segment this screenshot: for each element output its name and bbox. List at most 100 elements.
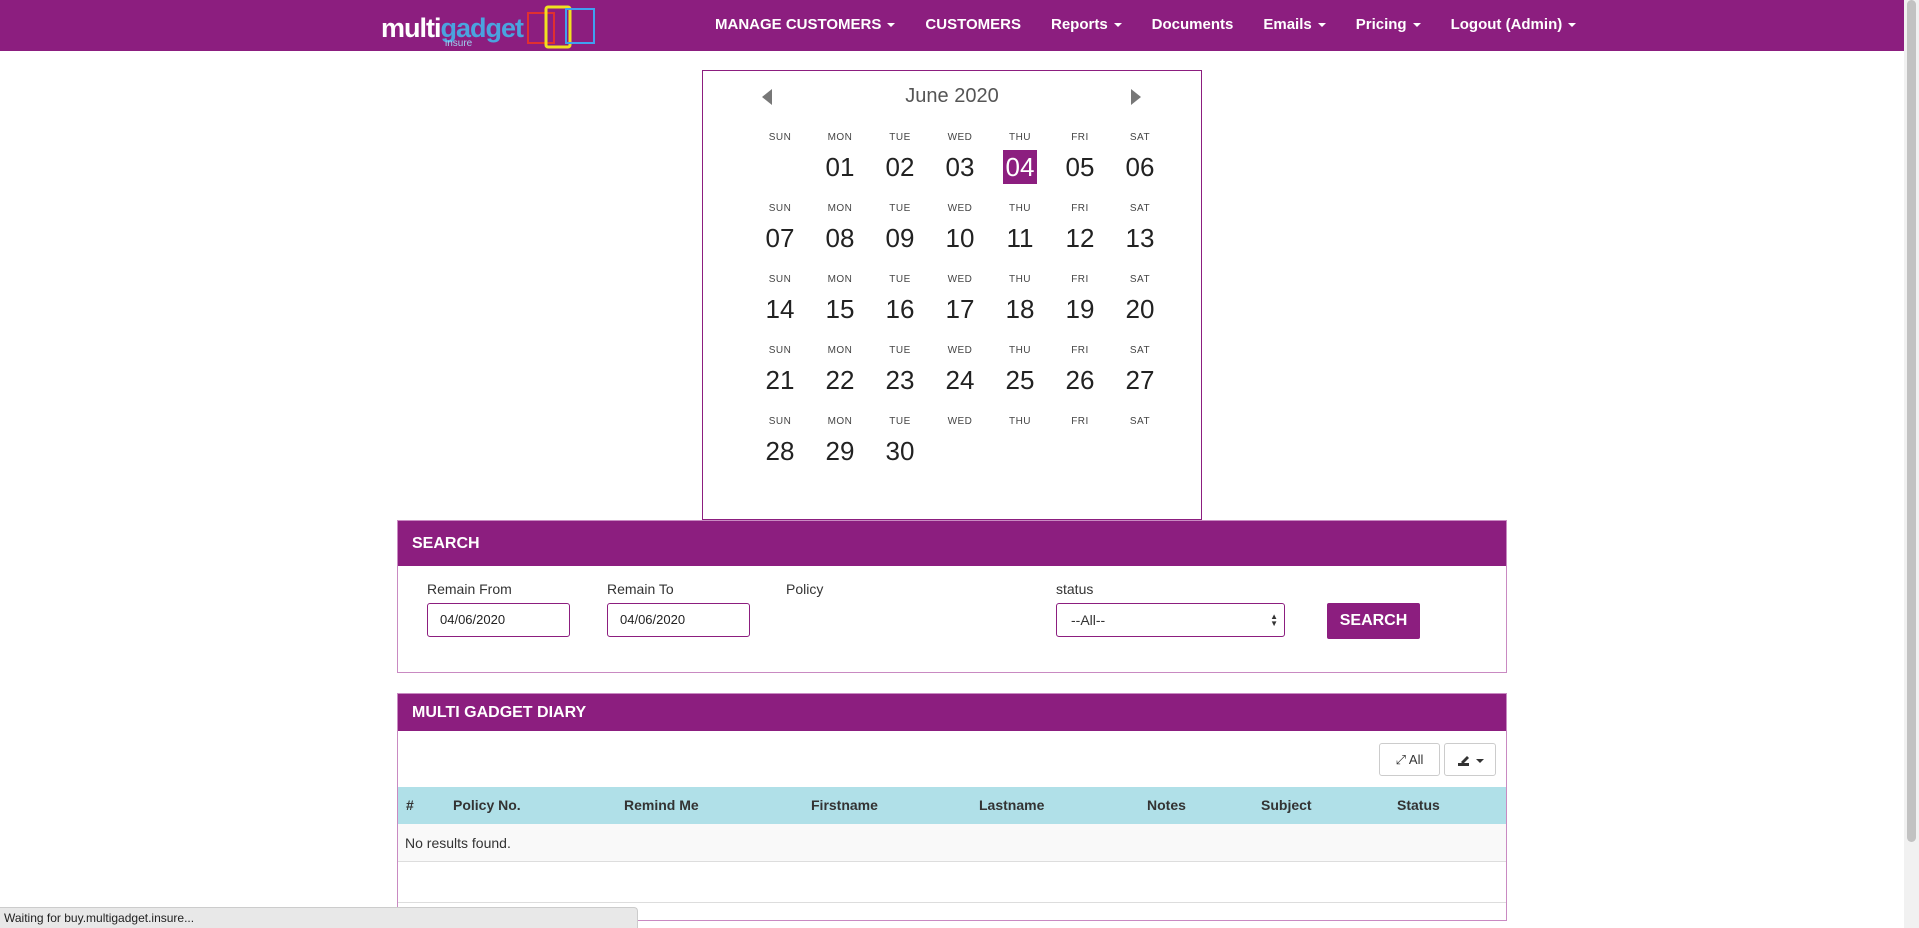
expand-all-button[interactable]: ⤢ All <box>1379 743 1440 776</box>
day-number[interactable]: 08 <box>823 221 858 255</box>
calendar-day-cell[interactable]: TUE 16 <box>870 271 930 342</box>
weekday-label: SAT <box>1129 274 1151 285</box>
calendar-day-cell[interactable]: THU 04 <box>990 129 1050 200</box>
calendar-day-cell[interactable]: SUN 14 <box>750 271 810 342</box>
browser-status-bar: Waiting for buy.multigadget.insure... <box>0 907 638 928</box>
day-number[interactable]: 25 <box>1003 363 1038 397</box>
day-number[interactable]: 09 <box>883 221 918 255</box>
nav-item-logout-admin[interactable]: Logout (Admin) <box>1436 0 1592 51</box>
status-select[interactable]: --All-- ▲ ▼ <box>1056 603 1285 637</box>
nav-item-emails[interactable]: Emails <box>1248 0 1340 51</box>
day-number[interactable]: 17 <box>943 292 978 326</box>
day-number[interactable]: 14 <box>763 292 798 326</box>
diary-table-header: # Policy No. Remind Me Firstname Lastname Not… <box>398 787 1506 824</box>
next-month-icon[interactable] <box>1131 89 1141 105</box>
calendar-day-cell[interactable]: MON 29 <box>810 413 870 484</box>
column-header[interactable]: Notes <box>1139 787 1253 824</box>
day-number[interactable]: 07 <box>763 221 798 255</box>
scrollbar-thumb[interactable] <box>1907 0 1916 842</box>
column-header[interactable]: Remind Me <box>616 787 803 824</box>
calendar-day-cell[interactable]: WED 17 <box>930 271 990 342</box>
calendar-day-cell: THU <box>990 413 1050 484</box>
calendar-day-cell[interactable]: SUN 21 <box>750 342 810 413</box>
remain-from-input[interactable]: 04/06/2020 <box>427 603 570 637</box>
day-number[interactable]: 28 <box>763 434 798 468</box>
calendar-day-cell[interactable]: TUE 23 <box>870 342 930 413</box>
remain-to-input[interactable]: 04/06/2020 <box>607 603 750 637</box>
column-header[interactable]: Lastname <box>971 787 1139 824</box>
day-number[interactable]: 18 <box>1003 292 1038 326</box>
calendar-day-cell[interactable]: TUE 09 <box>870 200 930 271</box>
day-number[interactable]: 15 <box>823 292 858 326</box>
selected-day[interactable]: 04 <box>1002 150 1038 184</box>
day-number[interactable]: 30 <box>883 434 918 468</box>
calendar-day-cell[interactable]: MON 08 <box>810 200 870 271</box>
nav-item-manage-customers[interactable]: MANAGE CUSTOMERS <box>700 0 910 51</box>
calendar-widget: June 2020 SUN MON 01 TUE 02 WED 03 THU 04 FRI 05 SA… <box>702 70 1202 520</box>
calendar-day-cell[interactable]: SAT 13 <box>1110 200 1170 271</box>
calendar-day-cell[interactable]: SAT 20 <box>1110 271 1170 342</box>
calendar-day-cell[interactable]: FRI 12 <box>1050 200 1110 271</box>
main-nav: MANAGE CUSTOMERS CUSTOMERS Reports Document… <box>700 0 1591 51</box>
calendar-day-cell[interactable]: SAT 06 <box>1110 129 1170 200</box>
day-number[interactable]: 10 <box>943 221 978 255</box>
nav-item-reports[interactable]: Reports <box>1036 0 1137 51</box>
day-number[interactable]: 20 <box>1123 292 1158 326</box>
day-number[interactable]: 22 <box>823 363 858 397</box>
calendar-day-cell[interactable]: TUE 02 <box>870 129 930 200</box>
calendar-day-cell[interactable]: THU 25 <box>990 342 1050 413</box>
column-header[interactable]: # <box>398 787 445 824</box>
day-number[interactable]: 01 <box>823 150 858 184</box>
chevron-down-icon <box>887 23 896 28</box>
day-number[interactable]: 02 <box>883 150 918 184</box>
day-number[interactable]: 11 <box>1004 221 1037 255</box>
calendar-day-cell[interactable]: FRI 26 <box>1050 342 1110 413</box>
day-number[interactable]: 13 <box>1123 221 1158 255</box>
column-header[interactable]: Firstname <box>803 787 971 824</box>
search-button[interactable]: SEARCH <box>1327 603 1420 639</box>
day-number[interactable]: 12 <box>1063 221 1098 255</box>
calendar-day-cell[interactable]: WED 03 <box>930 129 990 200</box>
day-number[interactable]: 27 <box>1123 363 1158 397</box>
nav-item-pricing[interactable]: Pricing <box>1341 0 1436 51</box>
weekday-label: TUE <box>889 132 911 143</box>
column-header[interactable]: Status <box>1389 787 1506 824</box>
calendar-day-cell[interactable]: WED 10 <box>930 200 990 271</box>
page-scrollbar[interactable] <box>1904 0 1919 928</box>
day-number[interactable]: 05 <box>1063 150 1098 184</box>
devices-logo-icon <box>527 5 595 49</box>
column-header[interactable]: Subject <box>1253 787 1389 824</box>
nav-item-documents[interactable]: Documents <box>1137 0 1249 51</box>
weekday-label: MON <box>827 203 853 214</box>
calendar-day-cell[interactable]: SUN 07 <box>750 200 810 271</box>
remain-to-label: Remain To <box>607 581 674 597</box>
calendar-day-cell[interactable]: MON 01 <box>810 129 870 200</box>
calendar-day-cell[interactable]: MON 22 <box>810 342 870 413</box>
day-number[interactable]: 24 <box>943 363 978 397</box>
day-number[interactable]: 16 <box>883 292 918 326</box>
status-select-value: --All-- <box>1071 612 1106 628</box>
calendar-day-cell[interactable]: THU 18 <box>990 271 1050 342</box>
calendar-day-cell[interactable]: TUE 30 <box>870 413 930 484</box>
diary-panel-heading: MULTI GADGET DIARY <box>398 694 1506 731</box>
calendar-day-cell[interactable]: SUN 28 <box>750 413 810 484</box>
calendar-day-cell[interactable]: SAT 27 <box>1110 342 1170 413</box>
nav-item-label: MANAGE CUSTOMERS <box>715 16 882 33</box>
day-number[interactable]: 29 <box>823 434 858 468</box>
day-number[interactable]: 23 <box>883 363 918 397</box>
calendar-grid: SUN MON 01 TUE 02 WED 03 THU 04 FRI 05 SAT 06 SUN 07 MO… <box>750 129 1170 484</box>
column-header[interactable]: Policy No. <box>445 787 616 824</box>
export-button[interactable] <box>1444 743 1496 776</box>
day-number[interactable]: 26 <box>1063 363 1098 397</box>
brand-logo[interactable]: multigadget insure <box>381 3 599 49</box>
day-number[interactable]: 19 <box>1063 292 1098 326</box>
day-number[interactable]: 06 <box>1123 150 1158 184</box>
nav-item-customers[interactable]: CUSTOMERS <box>910 0 1036 51</box>
calendar-day-cell[interactable]: FRI 19 <box>1050 271 1110 342</box>
day-number[interactable]: 03 <box>943 150 978 184</box>
day-number[interactable]: 21 <box>763 363 798 397</box>
calendar-day-cell[interactable]: WED 24 <box>930 342 990 413</box>
calendar-day-cell[interactable]: MON 15 <box>810 271 870 342</box>
calendar-day-cell[interactable]: THU 11 <box>990 200 1050 271</box>
calendar-day-cell[interactable]: FRI 05 <box>1050 129 1110 200</box>
